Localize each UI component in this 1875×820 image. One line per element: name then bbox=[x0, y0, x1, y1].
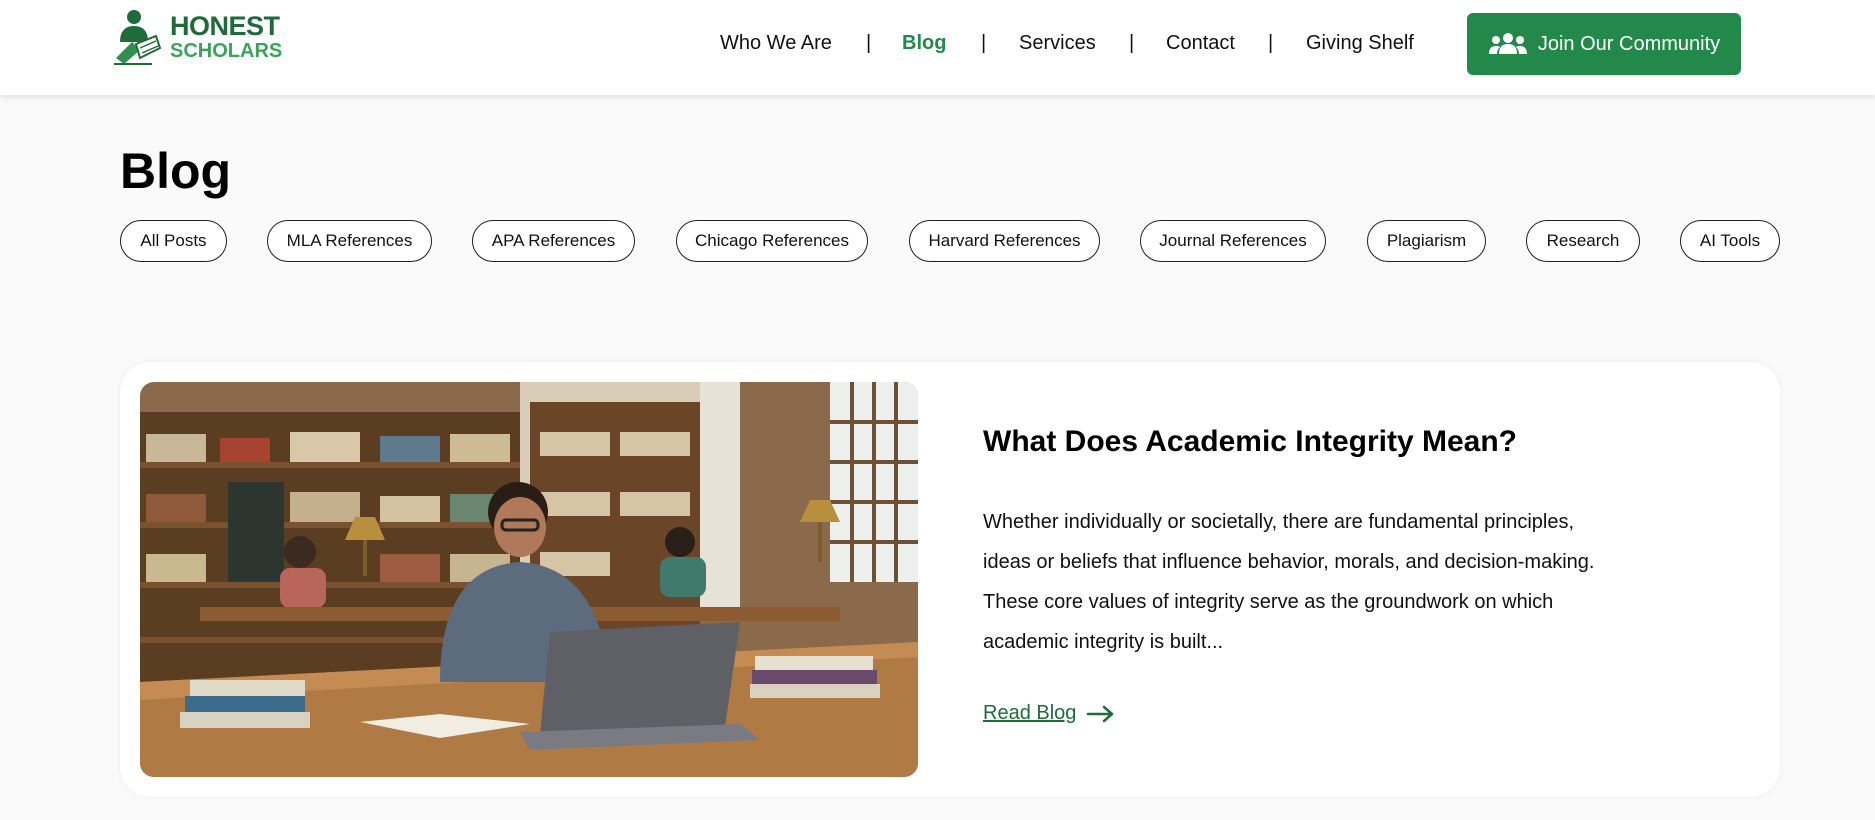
logo[interactable]: HONEST SCHOLARS bbox=[112, 8, 282, 66]
filter-research[interactable]: Research bbox=[1526, 220, 1640, 262]
arrow-right-icon bbox=[1087, 705, 1114, 722]
nav-item-giving-shelf[interactable]: Giving Shelf bbox=[1306, 30, 1414, 56]
site-header: HONEST SCHOLARS Who We Are | Blog | Serv… bbox=[0, 0, 1875, 95]
filter-plagiarism[interactable]: Plagiarism bbox=[1367, 220, 1486, 262]
join-community-label: Join Our Community bbox=[1537, 32, 1721, 55]
logo-line-1: HONEST bbox=[170, 11, 280, 41]
filter-journal-references[interactable]: Journal References bbox=[1140, 220, 1326, 262]
nav-item-blog[interactable]: Blog bbox=[902, 30, 946, 56]
logo-line-2: SCHOLARS bbox=[170, 40, 283, 62]
featured-post-title[interactable]: What Does Academic Integrity Mean? bbox=[983, 425, 1517, 459]
filter-harvard-references[interactable]: Harvard References bbox=[909, 220, 1100, 262]
community-icon bbox=[1488, 33, 1527, 54]
join-community-button[interactable]: Join Our Community bbox=[1467, 13, 1741, 75]
library-photo-illustration bbox=[140, 382, 918, 777]
read-blog-link[interactable]: Read Blog bbox=[983, 702, 1116, 725]
nav-separator: | bbox=[866, 32, 872, 54]
filter-all-posts[interactable]: All Posts bbox=[120, 220, 227, 262]
honest-scholars-logo-icon bbox=[114, 10, 162, 65]
logo-wordmark: HONEST SCHOLARS bbox=[170, 11, 283, 62]
read-blog-label: Read Blog bbox=[983, 702, 1077, 724]
nav-separator: | bbox=[1129, 32, 1135, 54]
nav-item-services[interactable]: Services bbox=[1019, 30, 1096, 56]
featured-post-image[interactable] bbox=[140, 382, 918, 777]
filter-mla-references[interactable]: MLA References bbox=[267, 220, 432, 262]
filter-chicago-references[interactable]: Chicago References bbox=[676, 220, 868, 262]
featured-post-excerpt: Whether individually or societally, ther… bbox=[983, 511, 1595, 653]
nav-item-who-we-are[interactable]: Who We Are bbox=[720, 30, 832, 56]
nav-separator: | bbox=[981, 32, 987, 54]
nav-item-contact[interactable]: Contact bbox=[1166, 30, 1235, 56]
filter-apa-references[interactable]: APA References bbox=[472, 220, 635, 262]
nav-separator: | bbox=[1268, 32, 1274, 54]
featured-post-card: What Does Academic Integrity Mean? Wheth… bbox=[120, 362, 1780, 797]
page-title: Blog bbox=[120, 143, 232, 199]
filter-ai-tools[interactable]: AI Tools bbox=[1680, 220, 1780, 262]
